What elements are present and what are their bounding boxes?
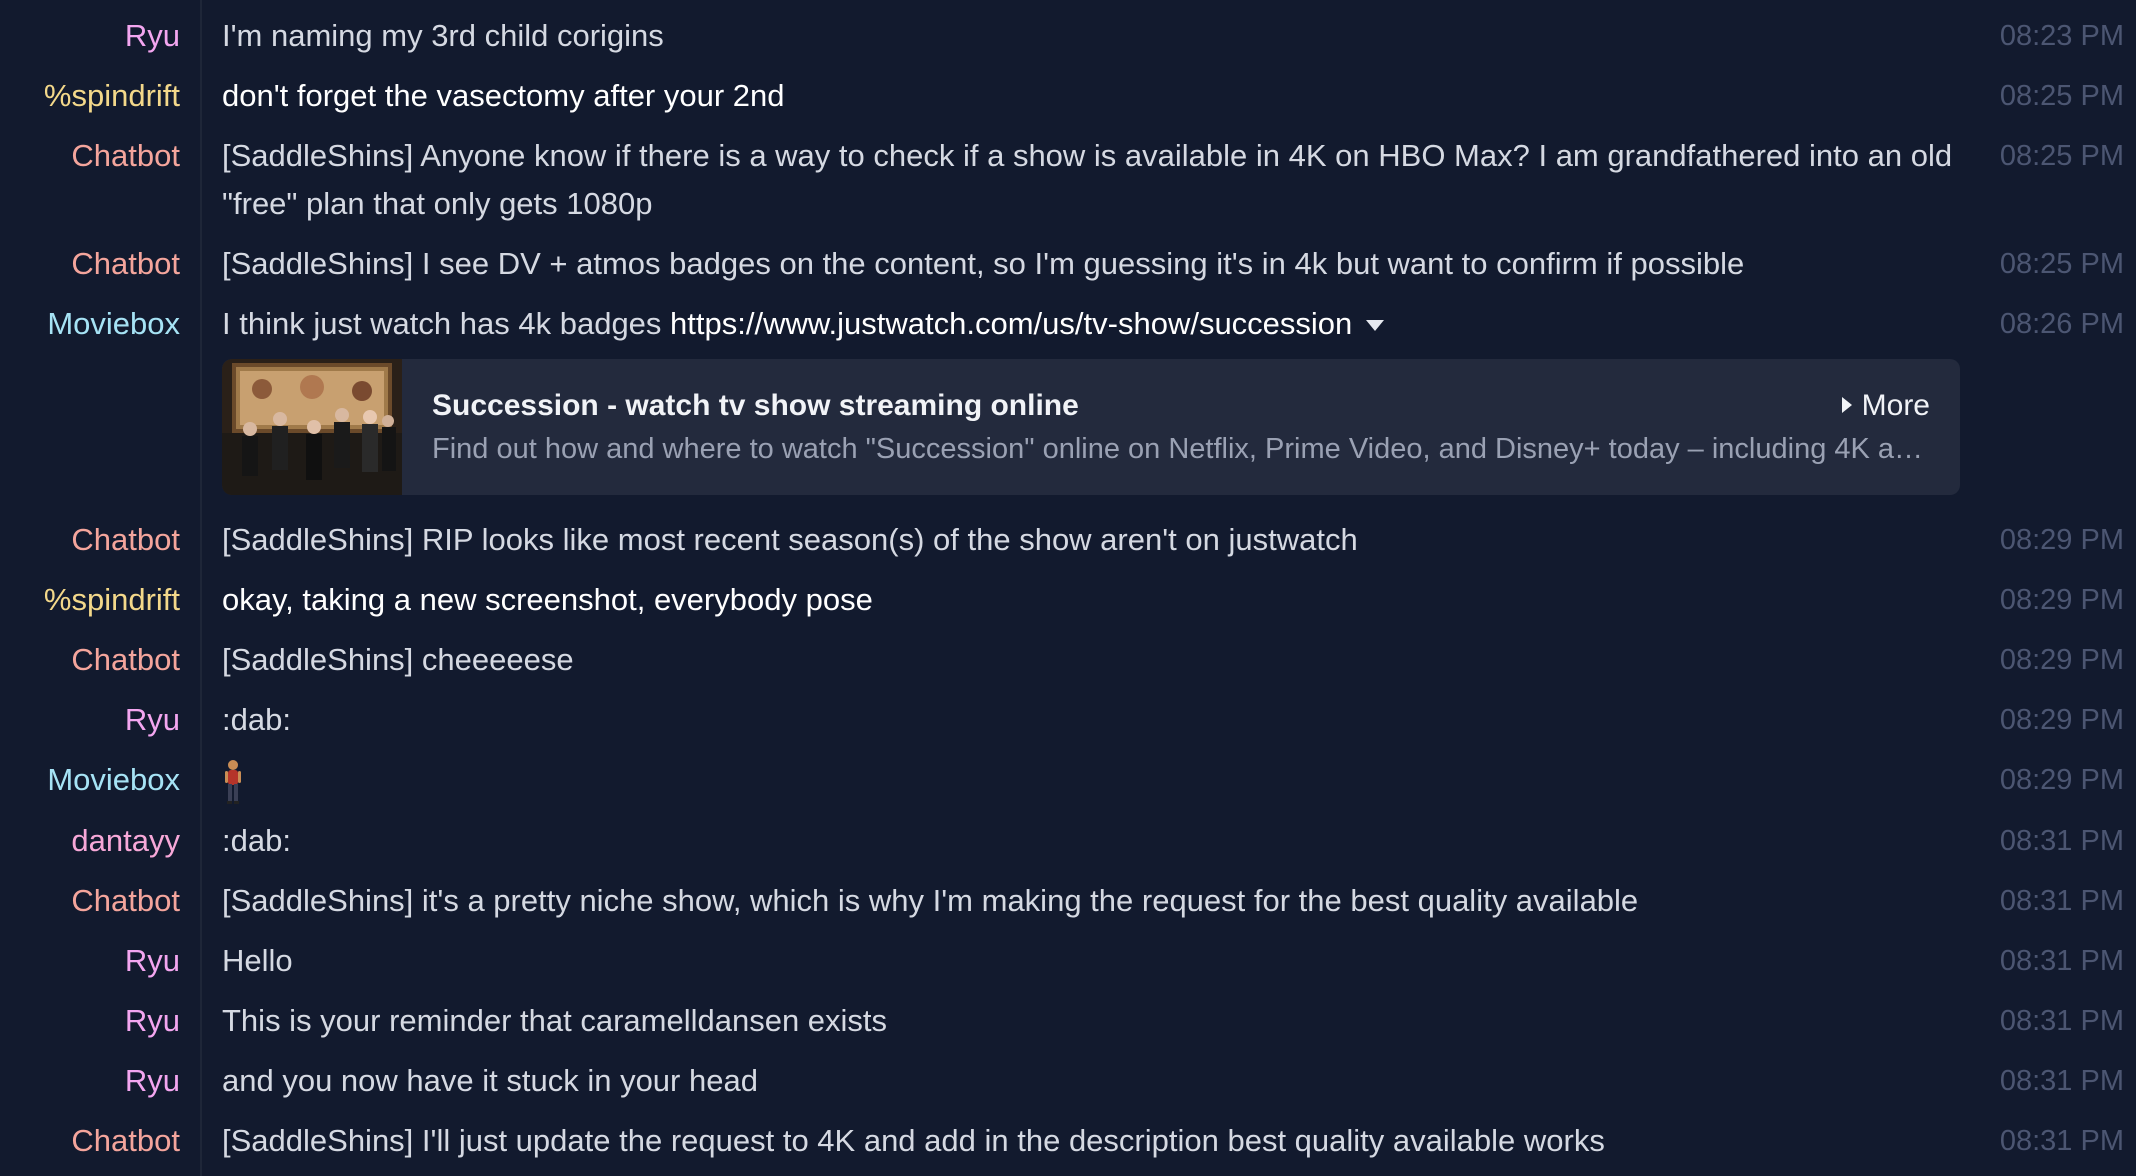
message-row: Chatbot [SaddleShins] cheeeeese 08:29 PM: [0, 630, 2136, 690]
nick[interactable]: Moviebox: [47, 763, 180, 797]
chat-log: Ryu I'm naming my 3rd child corigins 08:…: [0, 0, 2136, 1176]
nick[interactable]: Ryu: [125, 19, 180, 53]
message-text: [SaddleShins] I'll just update the reque…: [222, 1123, 1605, 1158]
nick[interactable]: Chatbot: [71, 523, 180, 557]
message-row: Ryu This is your reminder that caramelld…: [0, 991, 2136, 1051]
message-row: Ryu :dab: 08:29 PM: [0, 690, 2136, 750]
message-row: Ryu I'm naming my 3rd child corigins 08:…: [0, 6, 2136, 66]
nick[interactable]: Moviebox: [47, 307, 180, 341]
message-row: Moviebox 08:29 PM: [0, 750, 2136, 810]
timestamp: 08:29 PM: [1999, 644, 2124, 676]
timestamp: 08:23 PM: [1999, 20, 2124, 52]
link-preview-card[interactable]: Succession - watch tv show streaming onl…: [222, 359, 1960, 495]
message-row: Moviebox I think just watch has 4k badge…: [0, 294, 2136, 354]
standing-person-emoji-icon: [225, 759, 241, 804]
nick[interactable]: Ryu: [125, 1004, 180, 1038]
message-row: Chatbot [SaddleShins] I'll just update t…: [0, 1111, 2136, 1171]
nick[interactable]: Ryu: [125, 944, 180, 978]
preview-title[interactable]: Succession - watch tv show streaming onl…: [432, 389, 1079, 423]
nick[interactable]: Chatbot: [71, 1124, 180, 1158]
nick[interactable]: Chatbot: [71, 247, 180, 281]
chevron-down-icon[interactable]: [1366, 320, 1385, 332]
message-row: Chatbot [SaddleShins] I see DV + atmos b…: [0, 234, 2136, 294]
nick[interactable]: Ryu: [125, 1064, 180, 1098]
message-text: I think just watch has 4k badges: [222, 306, 662, 341]
message-text: don't forget the vasectomy after your 2n…: [222, 78, 785, 113]
message-text: [SaddleShins] I see DV + atmos badges on…: [222, 246, 1745, 281]
timestamp: 08:31 PM: [1999, 825, 2124, 857]
message-row: %spindrift don't forget the vasectomy af…: [0, 66, 2136, 126]
nick[interactable]: %spindrift: [44, 583, 180, 617]
message-text: This is your reminder that caramelldanse…: [222, 1003, 888, 1038]
timestamp: 08:31 PM: [1999, 1005, 2124, 1037]
message-text: [222, 756, 1962, 805]
more-label: More: [1861, 389, 1930, 422]
nick[interactable]: Chatbot: [71, 884, 180, 918]
timestamp: 08:31 PM: [1999, 1065, 2124, 1097]
message-row: Chatbot [SaddleShins] it's a pretty nich…: [0, 871, 2136, 931]
message-text: I'm naming my 3rd child corigins: [222, 18, 664, 53]
nick[interactable]: Chatbot: [71, 139, 180, 173]
nick[interactable]: Ryu: [125, 703, 180, 737]
timestamp: 08:29 PM: [1999, 764, 2124, 796]
nick[interactable]: dantayy: [71, 824, 180, 858]
nick[interactable]: %spindrift: [44, 79, 180, 113]
timestamp: 08:31 PM: [1999, 885, 2124, 917]
message-row: Chatbot [SaddleShins] Anyone know if the…: [0, 126, 2136, 228]
preview-description: Find out how and where to watch "Success…: [432, 433, 1932, 465]
timestamp: 08:26 PM: [1999, 308, 2124, 340]
message-text: [SaddleShins] RIP looks like most recent…: [222, 522, 1358, 557]
message-row: Chatbot [SaddleShins] RIP looks like mos…: [0, 510, 2136, 570]
message-row: Ryu Hello 08:31 PM: [0, 931, 2136, 991]
message-text: and you now have it stuck in your head: [222, 1063, 758, 1098]
message-text: Hello: [222, 943, 293, 978]
preview-thumbnail: [222, 359, 402, 495]
timestamp: 08:25 PM: [1999, 248, 2124, 280]
chevron-right-icon: [1841, 397, 1852, 413]
message-text: [SaddleShins] cheeeeese: [222, 642, 574, 677]
timestamp: 08:29 PM: [1999, 584, 2124, 616]
message-text-container: I think just watch has 4k badges https:/…: [222, 300, 1962, 348]
message-text: [SaddleShins] Anyone know if there is a …: [222, 138, 1953, 221]
timestamp: 08:31 PM: [1999, 1125, 2124, 1157]
message-row: %spindrift okay, taking a new screenshot…: [0, 570, 2136, 630]
timestamp: 08:29 PM: [1999, 704, 2124, 736]
timestamp: 08:29 PM: [1999, 524, 2124, 556]
message-link[interactable]: https://www.justwatch.com/us/tv-show/suc…: [670, 306, 1352, 341]
message-text: [SaddleShins] it's a pretty niche show, …: [222, 883, 1639, 918]
timestamp: 08:25 PM: [1999, 80, 2124, 112]
message-row: dantayy :dab: 08:31 PM: [0, 811, 2136, 871]
message-text: okay, taking a new screenshot, everybody…: [222, 582, 873, 617]
message-row: Ryu and you now have it stuck in your he…: [0, 1051, 2136, 1111]
message-text: :dab:: [222, 823, 291, 858]
timestamp: 08:31 PM: [1999, 945, 2124, 977]
message-text: :dab:: [222, 702, 291, 737]
timestamp: 08:25 PM: [1999, 140, 2124, 172]
more-button[interactable]: More: [1841, 389, 1930, 423]
nick[interactable]: Chatbot: [71, 643, 180, 677]
